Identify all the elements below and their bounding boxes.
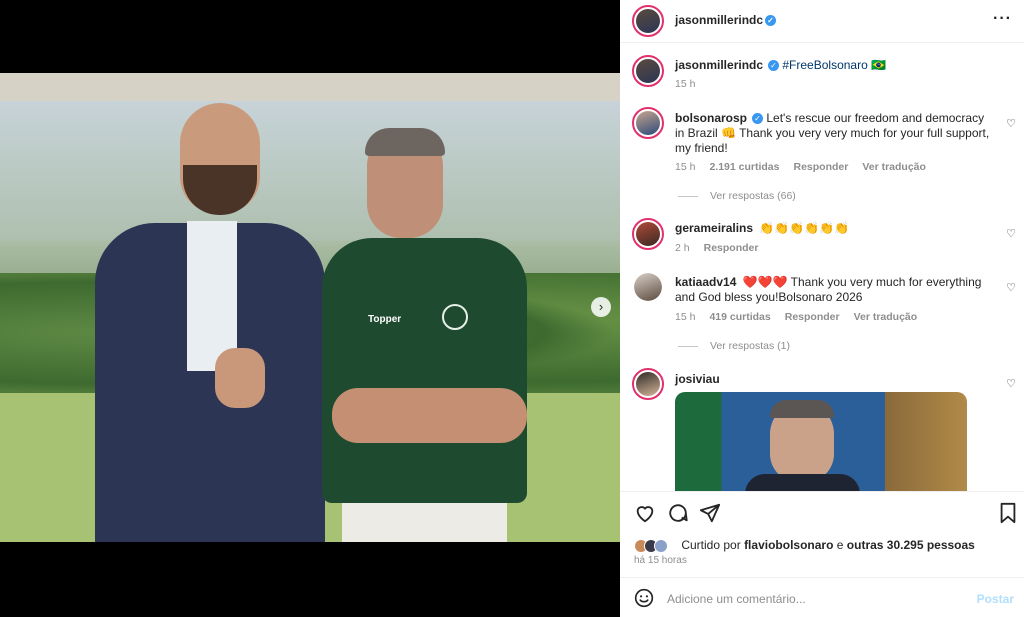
comment-text: josiviau: [675, 372, 723, 387]
comment-avatar[interactable]: [632, 218, 664, 250]
likes-summary: Curtido por flaviobolsonaro e outras 30.…: [634, 538, 975, 553]
liker-username[interactable]: flaviobolsonaro: [744, 538, 833, 552]
post-side-panel: jasonmillerindc ✓ ··· jasonmillerindc ✓ #F…: [620, 0, 1024, 617]
comment-text: bolsonarosp ✓ Let's rescue our freedom an…: [675, 111, 990, 155]
verified-icon: ✓: [752, 113, 764, 125]
post-photo[interactable]: Topper: [0, 73, 620, 542]
comment-text: katiaadv14 ❤️❤️❤️ Thank you very much fo…: [675, 275, 982, 304]
post-comment-button[interactable]: Postar: [977, 592, 1014, 606]
post-timestamp: há 15 horas: [634, 555, 687, 566]
reply-button[interactable]: Responder: [704, 242, 759, 254]
comment-likes-count[interactable]: 2.191 curtidas: [709, 161, 779, 173]
comment-image[interactable]: [675, 392, 967, 492]
verified-icon: ✓: [765, 15, 777, 27]
post-media: Topper ›: [0, 0, 620, 617]
comment-username[interactable]: gerameiralins: [675, 221, 753, 235]
comment-like-heart-icon[interactable]: ♡: [1006, 227, 1016, 240]
comment-like-heart-icon[interactable]: ♡: [1006, 377, 1016, 390]
comment-avatar[interactable]: [632, 368, 664, 400]
liker-avatars: [634, 538, 676, 553]
next-image-button[interactable]: ›: [591, 297, 611, 317]
post-actions: Curtido por flaviobolsonaro e outras 30.…: [620, 491, 1024, 577]
comment-input[interactable]: Adicione um comentário...: [667, 592, 806, 606]
caption-text: jasonmillerindc ✓ #FreeBolsonaro 🇧🇷: [675, 58, 1005, 73]
person-left: [95, 103, 325, 542]
emoji-icon[interactable]: [634, 588, 654, 608]
comment-box: Adicione um comentário... Postar: [620, 577, 1024, 617]
comment-meta: 15 h 2.191 curtidas Responder Ver tradução: [675, 161, 926, 173]
caption-avatar[interactable]: [632, 55, 664, 87]
jersey-brand: Topper: [368, 314, 402, 325]
caption-username[interactable]: jasonmillerindc: [675, 58, 763, 72]
more-icon[interactable]: ···: [993, 10, 1012, 28]
share-icon[interactable]: [699, 502, 721, 524]
comment-username[interactable]: josiviau: [675, 372, 720, 386]
comment-like-heart-icon[interactable]: ♡: [1006, 117, 1016, 130]
jersey-crest: [442, 304, 468, 330]
comment-like-heart-icon[interactable]: ♡: [1006, 281, 1016, 294]
comment-avatar[interactable]: [632, 107, 664, 139]
comment-icon[interactable]: [667, 502, 689, 524]
reply-button[interactable]: Responder: [793, 161, 848, 173]
heart-icon[interactable]: [634, 502, 656, 524]
translate-button[interactable]: Ver tradução: [862, 161, 926, 173]
view-replies-button[interactable]: Ver respostas (1): [678, 340, 790, 352]
post-header: jasonmillerindc ✓ ···: [620, 0, 1024, 43]
comment-username[interactable]: katiaadv14: [675, 275, 736, 289]
view-replies-button[interactable]: Ver respostas (66): [678, 190, 796, 202]
caption-time: 15 h: [675, 78, 696, 90]
author-username[interactable]: jasonmillerindc ✓: [675, 13, 777, 27]
comment-meta: 15 h 419 curtidas Responder Ver tradução: [675, 311, 918, 323]
comment-meta: 2 h Responder: [675, 242, 759, 254]
comment-username[interactable]: bolsonarosp: [675, 111, 747, 125]
comment-text: gerameiralins 👏👏👏👏👏👏: [675, 221, 850, 235]
reply-button[interactable]: Responder: [785, 311, 840, 323]
hashtag-link[interactable]: #FreeBolsonaro: [782, 58, 867, 72]
flag-emoji: 🇧🇷: [871, 58, 887, 72]
comment-likes-count[interactable]: 419 curtidas: [709, 311, 770, 323]
bookmark-icon[interactable]: [997, 502, 1019, 524]
verified-icon: ✓: [768, 60, 780, 72]
likes-count-link[interactable]: outras 30.295 pessoas: [847, 538, 975, 552]
person-right: Topper: [322, 128, 532, 542]
comment-avatar[interactable]: [634, 273, 662, 301]
author-avatar[interactable]: [632, 5, 664, 37]
translate-button[interactable]: Ver tradução: [854, 311, 918, 323]
photo-roof-eave: [0, 73, 620, 101]
